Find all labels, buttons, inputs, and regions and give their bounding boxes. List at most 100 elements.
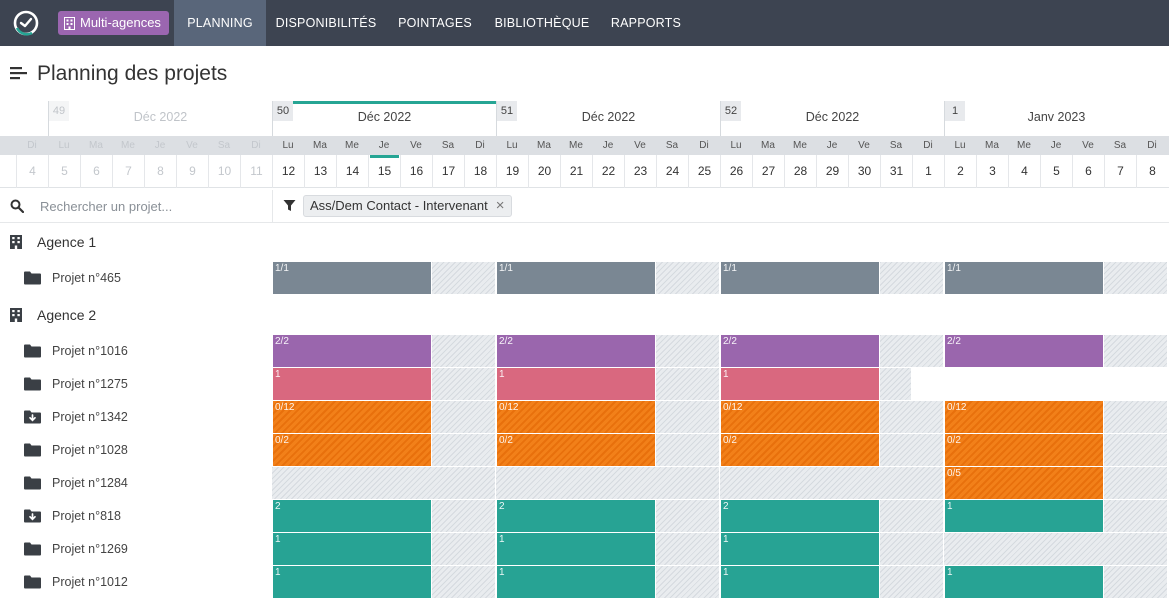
date-cell[interactable]: 5: [48, 155, 80, 188]
task-bar[interactable]: 1: [273, 566, 431, 598]
task-bar[interactable]: 2/2: [273, 335, 431, 367]
date-cell[interactable]: 2: [944, 155, 976, 188]
task-bar[interactable]: 1: [945, 566, 1103, 598]
project-row[interactable]: Projet n°1016: [0, 335, 272, 367]
task-bar[interactable]: 2/2: [497, 335, 655, 367]
date-cell[interactable]: 19: [496, 155, 528, 188]
date-cell[interactable]: 28: [784, 155, 816, 188]
project-row[interactable]: Projet n°1269: [0, 533, 272, 565]
project-row[interactable]: Projet n°1012: [0, 566, 272, 598]
filter-icon[interactable]: [283, 199, 296, 212]
date-cell[interactable]: 6: [80, 155, 112, 188]
task-bar[interactable]: 1: [721, 566, 879, 598]
project-row[interactable]: Projet n°1284: [0, 467, 272, 499]
search-input[interactable]: [32, 195, 262, 217]
task-bar-label: 1: [499, 369, 505, 380]
date-cell[interactable]: 12: [272, 155, 304, 188]
task-bar[interactable]: 1: [497, 368, 655, 400]
date-cell[interactable]: 17: [432, 155, 464, 188]
date-cell[interactable]: 21: [560, 155, 592, 188]
date-cell[interactable]: 10: [208, 155, 240, 188]
nav-disponibilites[interactable]: DISPONIBILITÉS: [268, 0, 384, 46]
task-bar-label: 1: [947, 501, 953, 512]
multi-agency-button[interactable]: Multi-agences: [58, 11, 169, 35]
gantt-icon[interactable]: [10, 66, 28, 82]
task-bar[interactable]: 0/12: [945, 401, 1103, 433]
task-bar[interactable]: 0/2: [273, 434, 431, 466]
date-cell[interactable]: 24: [656, 155, 688, 188]
project-row[interactable]: Projet n°465: [0, 262, 272, 294]
task-bar[interactable]: 0/12: [721, 401, 879, 433]
date-cell[interactable]: 8: [1136, 155, 1168, 188]
weekday-label: Ma: [985, 140, 999, 151]
task-bar[interactable]: 0/2: [497, 434, 655, 466]
date-cell[interactable]: 16: [400, 155, 432, 188]
task-bar[interactable]: 0/12: [273, 401, 431, 433]
weekend-block: [656, 500, 719, 532]
date-cell[interactable]: 13: [304, 155, 336, 188]
project-row[interactable]: Projet n°818: [0, 500, 272, 532]
date-cell[interactable]: 18: [464, 155, 496, 188]
task-bar[interactable]: 1/1: [497, 262, 655, 294]
agency-row[interactable]: Agence 1: [0, 227, 272, 257]
task-bar[interactable]: 0/12: [497, 401, 655, 433]
nav-planning[interactable]: PLANNING: [174, 0, 266, 46]
date-cell[interactable]: 14: [336, 155, 368, 188]
date-cell[interactable]: 22: [592, 155, 624, 188]
date-cell[interactable]: 20: [528, 155, 560, 188]
task-bar[interactable]: 1/1: [273, 262, 431, 294]
task-bar[interactable]: 2: [497, 500, 655, 532]
date-cell[interactable]: 29: [816, 155, 848, 188]
nav-rapports[interactable]: RAPPORTS: [602, 0, 690, 46]
nav-bibliotheque[interactable]: BIBLIOTHÈQUE: [486, 0, 598, 46]
task-bar[interactable]: 1/1: [945, 262, 1103, 294]
remove-filter-icon[interactable]: ×: [496, 196, 505, 216]
nav-pointages[interactable]: POINTAGES: [388, 0, 482, 46]
project-row[interactable]: Projet n°1275: [0, 368, 272, 400]
task-bar[interactable]: 2/2: [721, 335, 879, 367]
task-bar-label: 1/1: [723, 263, 737, 274]
task-bar[interactable]: 2/2: [945, 335, 1103, 367]
date-cell[interactable]: 7: [1104, 155, 1136, 188]
task-bar[interactable]: 1: [497, 533, 655, 565]
date-cell[interactable]: 26: [720, 155, 752, 188]
task-bar[interactable]: 2: [273, 500, 431, 532]
app-logo-icon[interactable]: [12, 9, 40, 37]
agency-row[interactable]: Agence 2: [0, 300, 272, 330]
date-cell[interactable]: 3: [976, 155, 1008, 188]
project-row[interactable]: Projet n°1028: [0, 434, 272, 466]
date-cell[interactable]: 5: [1040, 155, 1072, 188]
date-cell[interactable]: 23: [624, 155, 656, 188]
task-bar[interactable]: 1/1: [721, 262, 879, 294]
date-cell[interactable]: 31: [880, 155, 912, 188]
weekend-block: [1104, 467, 1167, 499]
date-cell[interactable]: 7: [112, 155, 144, 188]
date-cell[interactable]: 1: [912, 155, 944, 188]
date-cell[interactable]: 27: [752, 155, 784, 188]
gantt-lane: 0/2 0/2 0/2 0/2: [272, 434, 1169, 466]
task-bar[interactable]: 1: [273, 368, 431, 400]
date-cell[interactable]: 8: [144, 155, 176, 188]
task-bar[interactable]: 0/2: [945, 434, 1103, 466]
task-bar[interactable]: 1: [721, 368, 879, 400]
filter-chip[interactable]: Ass/Dem Contact - Intervenant ×: [303, 195, 512, 217]
weekend-block: [880, 500, 943, 532]
date-cell[interactable]: 30: [848, 155, 880, 188]
project-row[interactable]: Projet n°1342: [0, 401, 272, 433]
date-cell[interactable]: 25: [688, 155, 720, 188]
task-bar[interactable]: 0/5: [945, 467, 1103, 499]
date-cell[interactable]: 15: [368, 155, 400, 188]
task-bar[interactable]: 1: [945, 500, 1103, 532]
task-bar[interactable]: 2: [721, 500, 879, 532]
task-bar[interactable]: 1: [721, 533, 879, 565]
date-cell[interactable]: 4: [1008, 155, 1040, 188]
date-cell[interactable]: 4: [16, 155, 48, 188]
date-cell[interactable]: 6: [1072, 155, 1104, 188]
weekend-block: [432, 533, 495, 565]
date-cell[interactable]: 11: [240, 155, 272, 188]
task-bar[interactable]: 1: [273, 533, 431, 565]
task-bar[interactable]: 1: [497, 566, 655, 598]
task-bar[interactable]: 0/2: [721, 434, 879, 466]
date-cell[interactable]: 9: [176, 155, 208, 188]
folder-icon: [24, 476, 41, 490]
